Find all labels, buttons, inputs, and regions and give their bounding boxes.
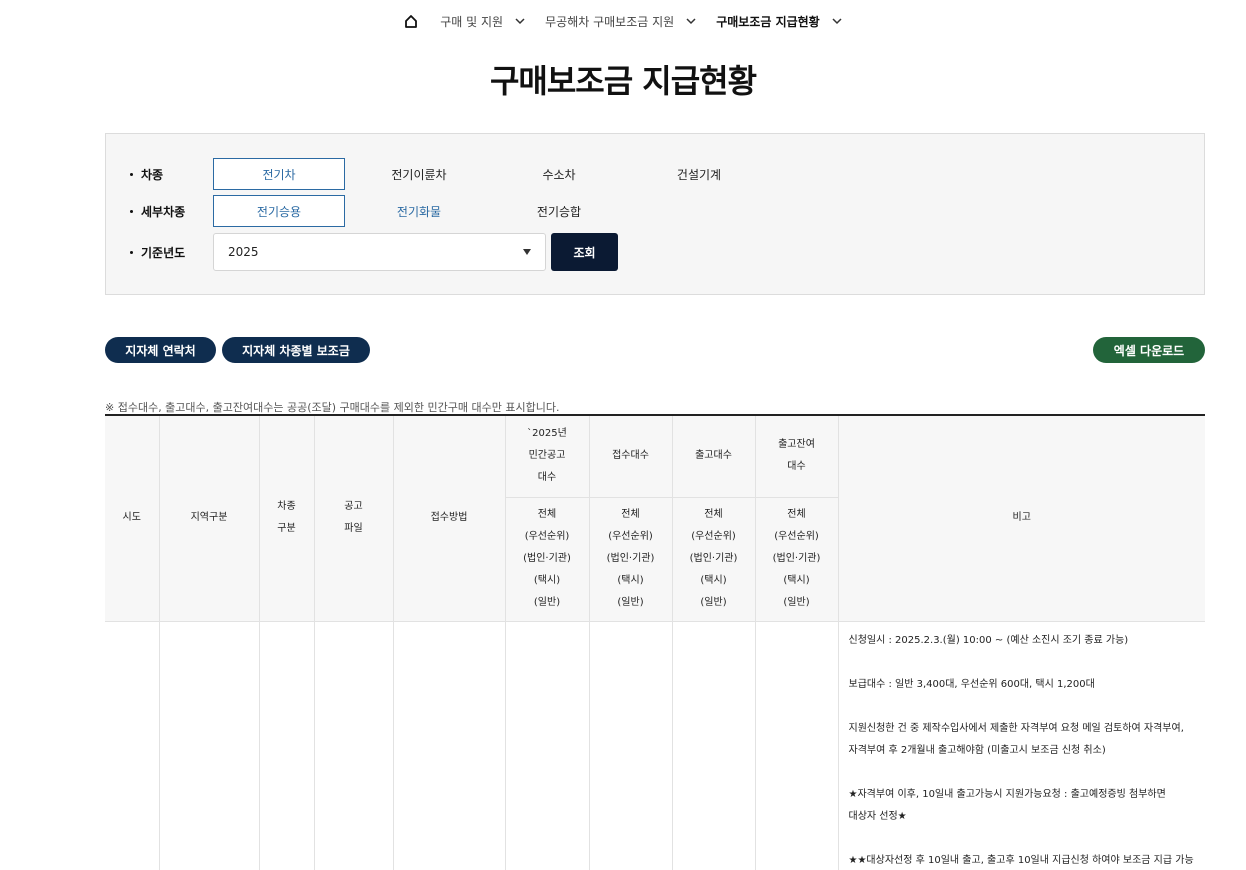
subsidy-table: 시도 지역구분 차종 구분 공고 파일 접수방법 `2025년 민간공고 대수 …	[105, 414, 1205, 870]
year-label: 기준년도	[130, 244, 213, 261]
remark-line: 신청일시 : 2025.2.3.(월) 10:00 ~ (예산 소진시 조기 종…	[848, 634, 1129, 646]
header-shipped: 출고대수	[671, 414, 756, 498]
sub-type-label: 세부차종	[130, 203, 213, 220]
sub-type-passenger[interactable]: 전기승용	[213, 195, 345, 227]
year-select[interactable]: 2025	[213, 233, 546, 271]
header-region: 지역구분	[158, 414, 260, 622]
breadcrumb-label: 무공해차 구매보조금 지원	[545, 14, 675, 29]
contact-button[interactable]: 지자체 연락처	[105, 337, 216, 363]
remark-line: 대상자 선정★	[848, 810, 907, 822]
bullet-icon	[130, 209, 133, 213]
cell-remaining	[754, 620, 839, 870]
sub-type-cargo[interactable]: 전기화물	[353, 195, 485, 227]
subhead-shipped: 전체 (우선순위) (법인·기관) (택시) (일반)	[671, 496, 756, 622]
cell-received	[588, 620, 673, 870]
vehicle-type-label: 차종	[130, 166, 213, 183]
subhead-announce: 전체 (우선순위) (법인·기관) (택시) (일반)	[505, 496, 590, 622]
cell-car-type	[258, 620, 315, 870]
subhead-remaining: 전체 (우선순위) (법인·기관) (택시) (일반)	[754, 496, 838, 622]
search-button[interactable]: 조회	[551, 233, 618, 271]
chevron-down-icon	[832, 17, 842, 25]
cell-announce	[504, 620, 590, 870]
caret-down-icon	[523, 249, 531, 255]
header-remaining: 출고잔여 대수	[754, 414, 839, 498]
cell-region	[158, 620, 260, 870]
bullet-icon	[130, 250, 133, 254]
header-sido: 시도	[105, 414, 160, 622]
remark-line: 자격부여 후 2개월내 출고해야함 (미출고시 보조금 신청 취소)	[848, 744, 1106, 756]
chevron-down-icon	[515, 17, 525, 25]
page-title: 구매보조금 지급현황	[489, 62, 757, 100]
vehicle-type-row: 차종 전기차 전기이륜차 수소차 건설기계	[130, 158, 773, 190]
cell-method	[392, 620, 506, 870]
chevron-down-icon	[686, 17, 696, 25]
notice-text: ※ 접수대수, 출고대수, 출고잔여대수는 공공(조달) 구매대수를 제외한 민…	[105, 401, 560, 414]
breadcrumb: 구매 및 지원 무공해차 구매보조금 지원 구매보조금 지급현황	[0, 10, 1246, 32]
subhead-received: 전체 (우선순위) (법인·기관) (택시) (일반)	[588, 496, 673, 622]
remarks-text: 신청일시 : 2025.2.3.(월) 10:00 ~ (예산 소진시 조기 종…	[839, 622, 1206, 870]
remark-line: ★자격부여 이후, 10일내 출고가능시 지원가능요청 : 출고예정증빙 첨부하…	[848, 788, 1166, 800]
header-method: 접수방법	[392, 414, 506, 622]
cell-remarks: 신청일시 : 2025.2.3.(월) 10:00 ~ (예산 소진시 조기 종…	[837, 620, 1206, 870]
header-remarks: 비고	[837, 414, 1205, 622]
breadcrumb-label: 구매보조금 지급현황	[716, 14, 820, 29]
remark-line: 지원신청한 건 중 제작수입사에서 제출한 자격부여 요청 메일 검토하여 자격…	[848, 722, 1184, 734]
breadcrumb-item-zev-subsidy[interactable]: 무공해차 구매보조금 지원	[545, 13, 696, 30]
year-row: 기준년도 2025 조회	[130, 233, 618, 271]
bullet-icon	[130, 172, 133, 176]
vehicle-type-e-motorcycle[interactable]: 전기이륜차	[353, 158, 485, 190]
breadcrumb-item-purchase-support[interactable]: 구매 및 지원	[440, 13, 525, 30]
cell-notice-file	[313, 620, 394, 870]
table-row: 신청일시 : 2025.2.3.(월) 10:00 ~ (예산 소진시 조기 종…	[105, 620, 1206, 870]
year-select-value: 2025	[228, 245, 259, 259]
subsidy-by-type-button[interactable]: 지자체 차종별 보조금	[222, 337, 370, 363]
vehicle-type-construction[interactable]: 건설기계	[633, 158, 765, 190]
excel-download-button[interactable]: 엑셀 다운로드	[1093, 337, 1205, 363]
header-announce: `2025년 민간공고 대수	[504, 414, 590, 498]
remark-line: 보급대수 : 일반 3,400대, 우선순위 600대, 택시 1,200대	[848, 678, 1095, 690]
cell-shipped	[671, 620, 756, 870]
breadcrumb-label: 구매 및 지원	[440, 14, 504, 29]
vehicle-type-ev[interactable]: 전기차	[213, 158, 345, 190]
sub-type-row: 세부차종 전기승용 전기화물 전기승합	[130, 195, 633, 227]
sub-type-van[interactable]: 전기승합	[493, 195, 625, 227]
filter-panel: 차종 전기차 전기이륜차 수소차 건설기계 세부차종 전기승용 전기화물 전기승…	[105, 133, 1205, 295]
home-icon[interactable]	[404, 14, 418, 28]
breadcrumb-item-subsidy-status[interactable]: 구매보조금 지급현황	[716, 13, 842, 30]
header-received: 접수대수	[588, 414, 673, 498]
header-car-type: 차종 구분	[258, 414, 315, 622]
cell-sido	[105, 620, 160, 870]
header-notice-file: 공고 파일	[313, 414, 394, 622]
remark-line: ★★대상자선정 후 10일내 출고, 출고후 10일내 지급신청 하여야 보조금…	[848, 854, 1194, 866]
vehicle-type-hydrogen[interactable]: 수소차	[493, 158, 625, 190]
